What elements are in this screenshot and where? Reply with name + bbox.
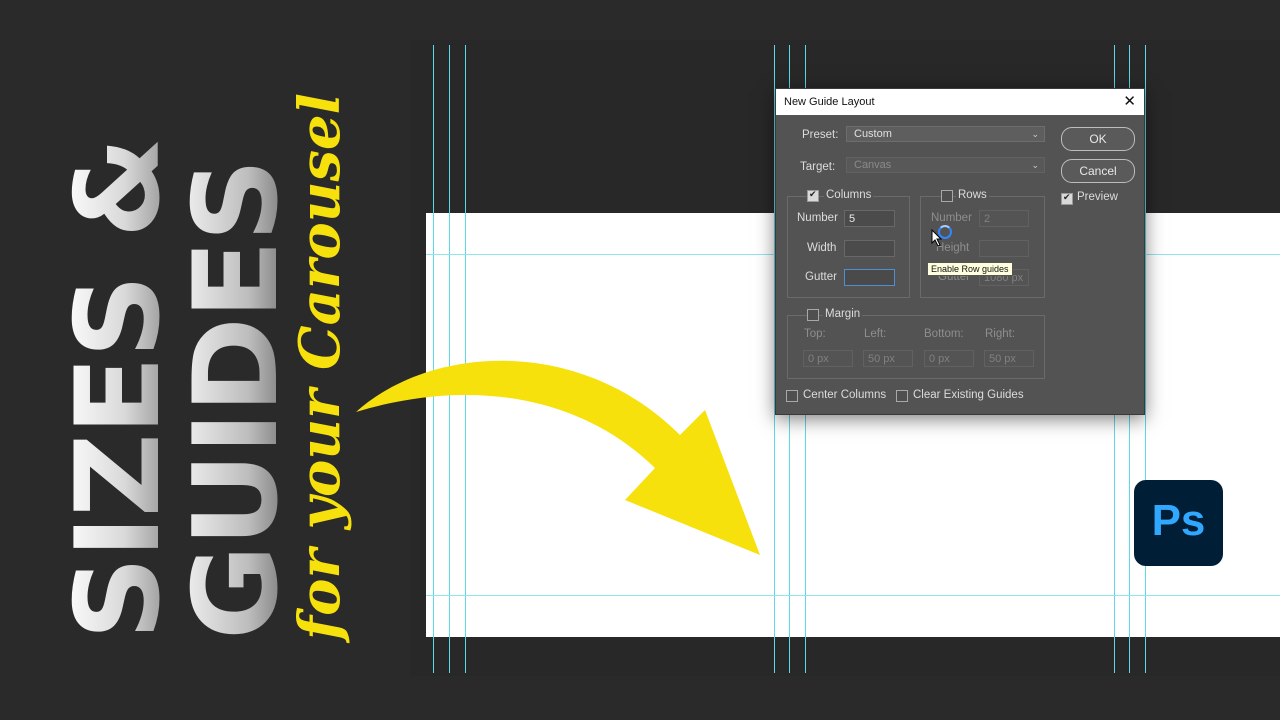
close-icon[interactable]: ✕ bbox=[1123, 92, 1136, 110]
photoshop-logo: Ps bbox=[1134, 480, 1223, 566]
ok-button[interactable]: OK bbox=[1061, 127, 1135, 151]
center-columns-checkbox[interactable] bbox=[786, 390, 798, 402]
chevron-down-icon: ⌄ bbox=[1031, 160, 1039, 170]
columns-number-field[interactable]: 5 bbox=[844, 210, 895, 227]
dialog-title: New Guide Layout bbox=[784, 96, 875, 108]
cancel-button[interactable]: Cancel bbox=[1061, 159, 1135, 183]
chevron-down-icon: ⌄ bbox=[1031, 129, 1039, 139]
rows-height-field[interactable] bbox=[979, 240, 1029, 257]
target-label: Target: bbox=[800, 161, 836, 173]
preset-value: Custom bbox=[854, 128, 892, 140]
title-sizes: SIZES & bbox=[51, 138, 186, 640]
columns-number-label: Number bbox=[797, 212, 838, 224]
margin-top-field[interactable]: 0 px bbox=[803, 350, 853, 367]
margin-checkbox[interactable] bbox=[807, 309, 819, 321]
rows-number-field[interactable]: 2 bbox=[979, 210, 1029, 227]
clear-guides-label: Clear Existing Guides bbox=[913, 389, 1024, 401]
guide-horizontal[interactable] bbox=[426, 595, 1280, 596]
dialog-titlebar: New Guide Layout ✕ bbox=[776, 89, 1144, 115]
margin-left-label: Left: bbox=[864, 328, 887, 340]
rows-checkbox[interactable] bbox=[941, 190, 953, 202]
preset-label: Preset: bbox=[802, 129, 839, 141]
margin-bottom-field[interactable]: 0 px bbox=[924, 350, 974, 367]
margin-right-field[interactable]: 50 px bbox=[984, 350, 1034, 367]
title-subtitle: for your Carousel bbox=[287, 93, 353, 640]
loading-spinner-icon bbox=[938, 225, 952, 239]
preview-checkbox[interactable] bbox=[1061, 192, 1073, 205]
new-guide-layout-dialog: New Guide Layout ✕ Preset: Custom ⌄ Targ… bbox=[775, 88, 1145, 415]
clear-guides-checkbox[interactable] bbox=[896, 390, 908, 402]
margin-right-label: Right: bbox=[985, 328, 1016, 340]
center-columns-label: Center Columns bbox=[803, 389, 887, 401]
target-select[interactable]: Canvas ⌄ bbox=[846, 157, 1045, 173]
row-guides-tooltip: Enable Row guides bbox=[927, 262, 1013, 276]
photoshop-logo-text: Ps bbox=[1151, 496, 1206, 545]
margin-bottom-label: Bottom: bbox=[924, 328, 964, 340]
yellow-arrow-icon bbox=[356, 360, 760, 555]
columns-label: Columns bbox=[824, 189, 874, 201]
thumbnail-title: SIZES & GUIDES for your Carousel bbox=[51, 80, 355, 640]
columns-gutter-field[interactable] bbox=[844, 269, 895, 286]
title-guides: GUIDES bbox=[169, 160, 304, 640]
margin-group bbox=[787, 315, 1045, 379]
margin-top-label: Top: bbox=[804, 328, 826, 340]
rows-number-label: Number bbox=[931, 212, 972, 224]
columns-width-label: Width bbox=[807, 242, 837, 254]
columns-gutter-label: Gutter bbox=[805, 271, 837, 283]
columns-checkbox[interactable] bbox=[807, 189, 819, 202]
guide-vertical[interactable] bbox=[1145, 45, 1146, 673]
target-value: Canvas bbox=[854, 159, 892, 171]
rows-label: Rows bbox=[956, 189, 989, 201]
margin-label: Margin bbox=[823, 308, 863, 320]
margin-left-field[interactable]: 50 px bbox=[863, 350, 913, 367]
columns-width-field[interactable] bbox=[844, 240, 895, 257]
preview-label: Preview bbox=[1077, 191, 1118, 203]
preset-select[interactable]: Custom ⌄ bbox=[846, 126, 1045, 142]
